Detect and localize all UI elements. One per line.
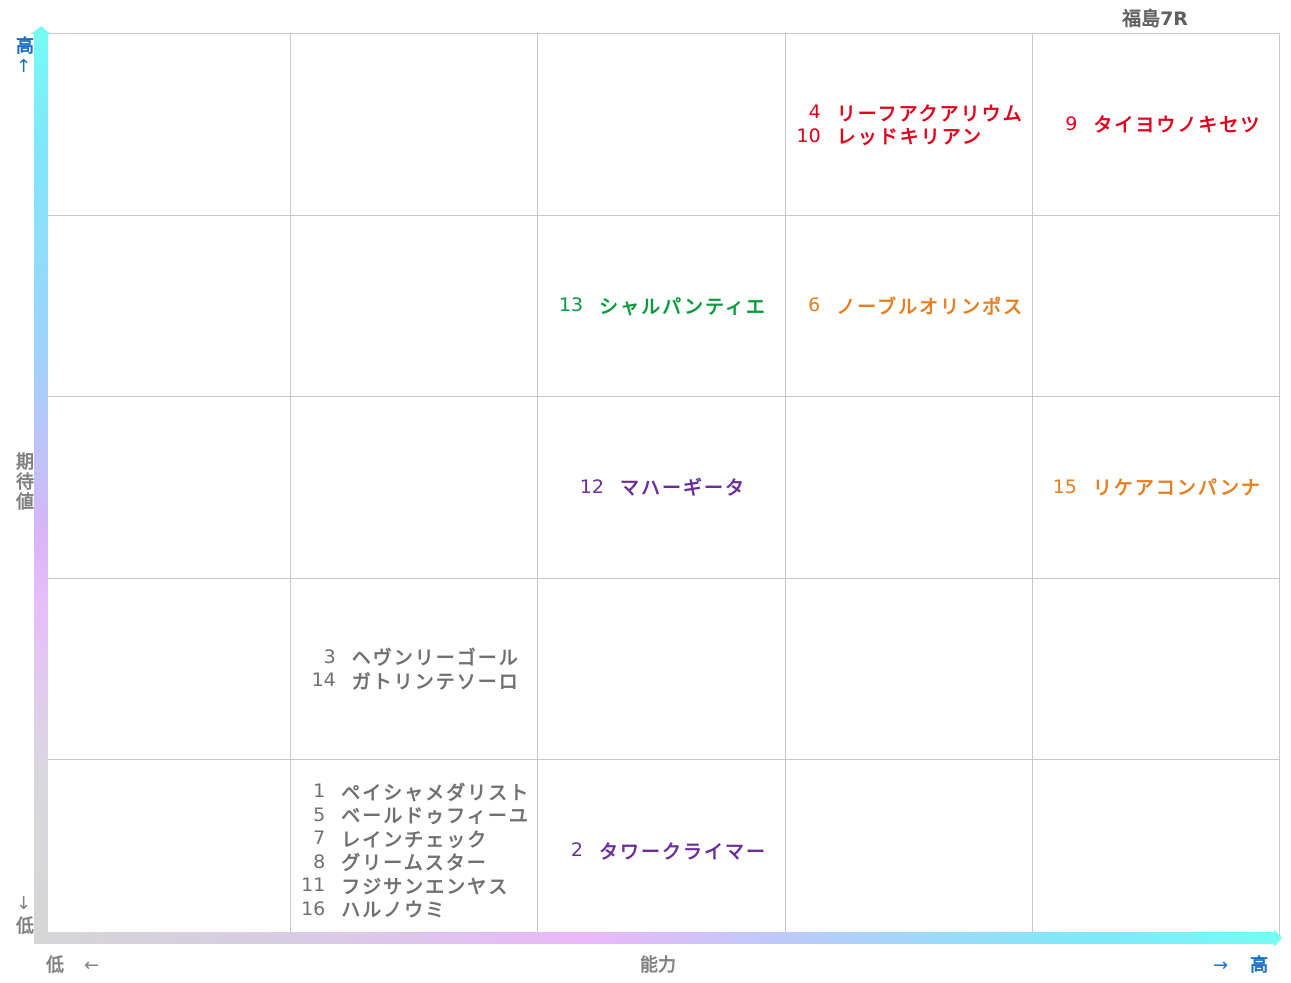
horse-name: リケアコンパンナ [1092,477,1262,500]
horse-name: ノーブルオリンポス [836,295,1025,318]
horse-number: 2 [570,839,583,862]
matrix-cell: 6 ノーブルオリンポス [786,215,1033,397]
horse-number: 8 [313,850,326,873]
horse-name: タワークライマー [598,840,767,863]
chart-title: 福島7R [1122,8,1188,30]
horse-name: シャルパンティエ [599,295,767,318]
y-axis-high: 高↑ [13,36,34,79]
horse-name: マハーギータ [619,477,746,500]
horse-entry: 16 ハルノウミ [299,897,530,922]
matrix-cell: 9 タイヨウノキセツ [1033,33,1280,215]
x-axis-arrowhead [1274,929,1282,947]
horse-entry: 6 ノーブルオリンポス [794,294,1024,318]
horse-number: 13 [558,294,584,317]
horse-number: 16 [301,897,326,920]
horse-entry: 15 リケアコンパンナ [1051,475,1262,500]
horse-name: レッドキリアン [836,126,983,149]
matrix-cell: 1 ペイシャメダリスト 5 ベールドゥフィーユ 7 レインチェック 8 グリームスター 11 フジ… [291,759,538,941]
horse-number: 14 [311,669,336,692]
horse-entry: 12 マハーギータ [578,475,746,500]
x-axis-label: 能力 [640,955,676,976]
horse-entry: 9 タイヨウノキセツ [1051,112,1262,137]
horse-entry: 5 ベールドゥフィーユ [299,803,530,828]
y-axis-low: ↓低 [13,893,34,936]
y-axis-arrowhead [31,26,51,34]
matrix-cell: 13 シャルパンティエ [538,215,785,397]
x-axis-high: → 高 [1213,955,1269,976]
horse-number: 12 [579,475,604,498]
horse-entry: 14 ガトリンテソーロ [310,669,520,693]
horse-number: 10 [796,124,821,147]
horse-name: ハルノウミ [341,899,447,922]
matrix-cell: 12 マハーギータ [538,396,785,578]
horse-entry: 3 ヘヴンリーゴール [310,645,520,670]
horse-number: 11 [301,874,326,897]
horse-number: 5 [313,803,326,826]
horse-entry: 7 レインチェック [299,827,530,851]
horse-entry: 10 レッドキリアン [795,124,1024,149]
horse-entry: 8 グリームスター [299,850,530,875]
y-axis-bar [34,33,48,944]
horse-entry: 11 フジサンエンヤス [299,874,530,898]
matrix-grid: 4 リーフアクアリウム 10 レッドキリアン 9 タイヨウノキセツ 13 シャルパンティエ 6 ノ… [44,33,1280,941]
matrix-cell: 15 リケアコンパンナ [1033,396,1280,578]
horse-number: 15 [1052,475,1077,498]
horse-number: 9 [1065,112,1078,135]
horse-entry: 2 タワークライマー [557,838,767,863]
horse-number: 7 [313,827,326,850]
horse-number: 1 [313,780,326,803]
grid-hline [44,577,1280,579]
horse-entry: 4 リーフアクアリウム [795,100,1024,125]
matrix-cell: 3 ヘヴンリーゴール 14 ガトリンテソーロ [291,578,538,760]
horse-entry: 1 ペイシャメダリスト [299,780,530,804]
x-axis-bar [34,932,1274,944]
y-axis-label: 期待値 [13,452,34,512]
horse-number: 6 [808,294,821,317]
horse-entry: 13 シャルパンティエ [557,294,767,318]
matrix-cell: 4 リーフアクアリウム 10 レッドキリアン [786,33,1033,215]
x-axis-low: 低 ← [46,955,100,976]
matrix-cell: 2 タワークライマー [538,759,785,941]
horse-name: ガトリンテソーロ [351,670,520,693]
horse-number: 3 [323,645,336,668]
horse-number: 4 [808,101,821,124]
horse-name: タイヨウノキセツ [1093,114,1262,137]
